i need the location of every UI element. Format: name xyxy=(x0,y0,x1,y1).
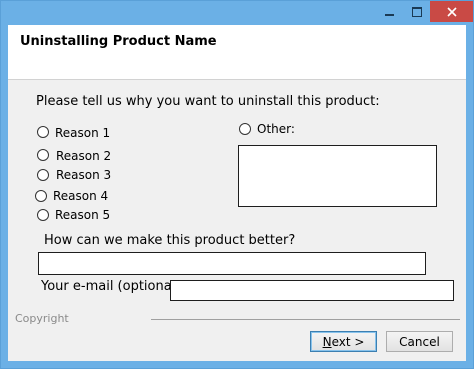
reason-1-radio[interactable] xyxy=(37,126,49,138)
cancel-button[interactable]: Cancel xyxy=(386,331,453,352)
uninstall-dialog-window: Uninstalling Product Name Please tell us… xyxy=(0,0,474,369)
reason-1-label[interactable]: Reason 1 xyxy=(55,126,110,140)
reason-2-label[interactable]: Reason 2 xyxy=(56,149,111,163)
improve-input[interactable] xyxy=(38,252,426,275)
other-label[interactable]: Other: xyxy=(257,122,295,136)
email-label: Your e-mail (optional): xyxy=(41,279,185,294)
reason-4-label[interactable]: Reason 4 xyxy=(53,189,108,203)
reason-4-radio[interactable] xyxy=(35,190,47,202)
next-button-mnemonic: N xyxy=(322,334,332,349)
maximize-button[interactable] xyxy=(403,1,430,22)
close-icon xyxy=(446,6,457,17)
footer-separator xyxy=(151,319,460,320)
uninstall-reason-prompt: Please tell us why you want to uninstall… xyxy=(36,94,380,109)
next-button[interactable]: Next > xyxy=(310,331,377,352)
dialog-body: Please tell us why you want to uninstall… xyxy=(8,80,466,361)
reason-5-label[interactable]: Reason 5 xyxy=(55,208,110,222)
email-input[interactable] xyxy=(170,280,454,301)
minimize-icon xyxy=(385,13,394,16)
maximize-icon xyxy=(411,6,422,17)
reason-5-radio[interactable] xyxy=(37,209,49,221)
title-bar[interactable] xyxy=(1,1,473,25)
minimize-button[interactable] xyxy=(376,1,403,22)
dialog-title: Uninstalling Product Name xyxy=(20,34,217,49)
close-button[interactable] xyxy=(430,1,473,22)
other-reason-textarea[interactable] xyxy=(238,145,437,207)
reason-2-radio[interactable] xyxy=(37,149,49,161)
copyright-text: Copyright xyxy=(15,312,69,325)
reason-3-label[interactable]: Reason 3 xyxy=(56,168,111,182)
reason-3-radio[interactable] xyxy=(37,169,49,181)
next-button-label: ext > xyxy=(331,334,365,349)
dialog-header: Uninstalling Product Name xyxy=(8,25,466,80)
improve-label: How can we make this product better? xyxy=(44,233,296,248)
other-radio[interactable] xyxy=(239,123,251,135)
